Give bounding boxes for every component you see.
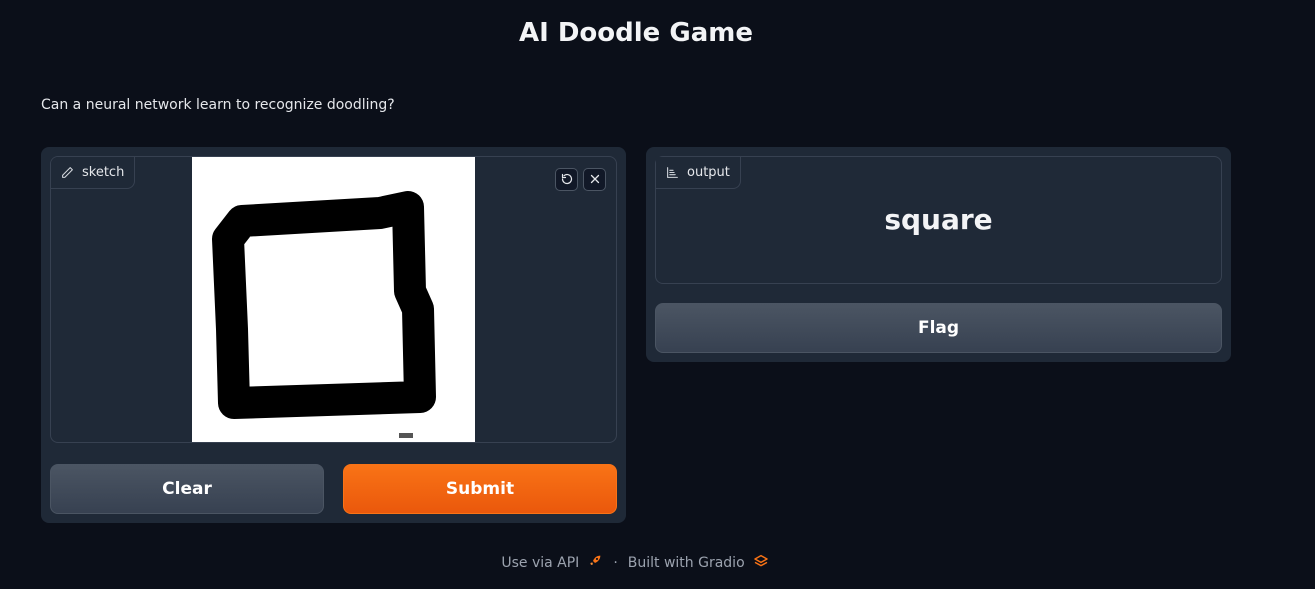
api-link-text: Use via API <box>501 555 580 571</box>
use-via-api-link[interactable]: Use via API <box>501 553 603 573</box>
output-label: output <box>687 165 730 180</box>
page-title: AI Doodle Game <box>519 18 753 48</box>
built-with-gradio-link[interactable]: Built with Gradio <box>628 553 769 573</box>
drawing-canvas[interactable] <box>192 157 475 442</box>
pencil-icon <box>61 166 74 179</box>
input-panel: sketch Clear Submit <box>41 147 626 523</box>
footer: Use via API · Built with Gradio <box>0 553 1270 573</box>
prediction-value: square <box>884 203 993 236</box>
flag-button[interactable]: Flag <box>655 303 1222 353</box>
sketchpad: sketch <box>50 156 617 443</box>
page-description: Can a neural network learn to recognize … <box>41 97 395 113</box>
clear-button[interactable]: Clear <box>50 464 324 514</box>
built-with-text: Built with Gradio <box>627 555 745 571</box>
app-page: AI Doodle Game Can a neural network lear… <box>0 0 1315 589</box>
close-icon <box>589 170 601 189</box>
undo-button[interactable] <box>555 168 578 191</box>
output-panel: output square Flag <box>646 147 1231 362</box>
footer-separator: · <box>613 555 618 571</box>
output-label-tag: output <box>656 157 741 189</box>
undo-icon <box>561 170 573 189</box>
submit-button[interactable]: Submit <box>343 464 617 514</box>
gradio-logo-icon <box>753 553 769 573</box>
output-label-box: output square <box>655 156 1222 284</box>
sketch-label: sketch <box>82 165 125 180</box>
rocket-icon <box>587 553 603 573</box>
sketch-label-tag: sketch <box>51 157 136 189</box>
clear-canvas-button[interactable] <box>583 168 606 191</box>
chart-icon <box>666 166 679 179</box>
